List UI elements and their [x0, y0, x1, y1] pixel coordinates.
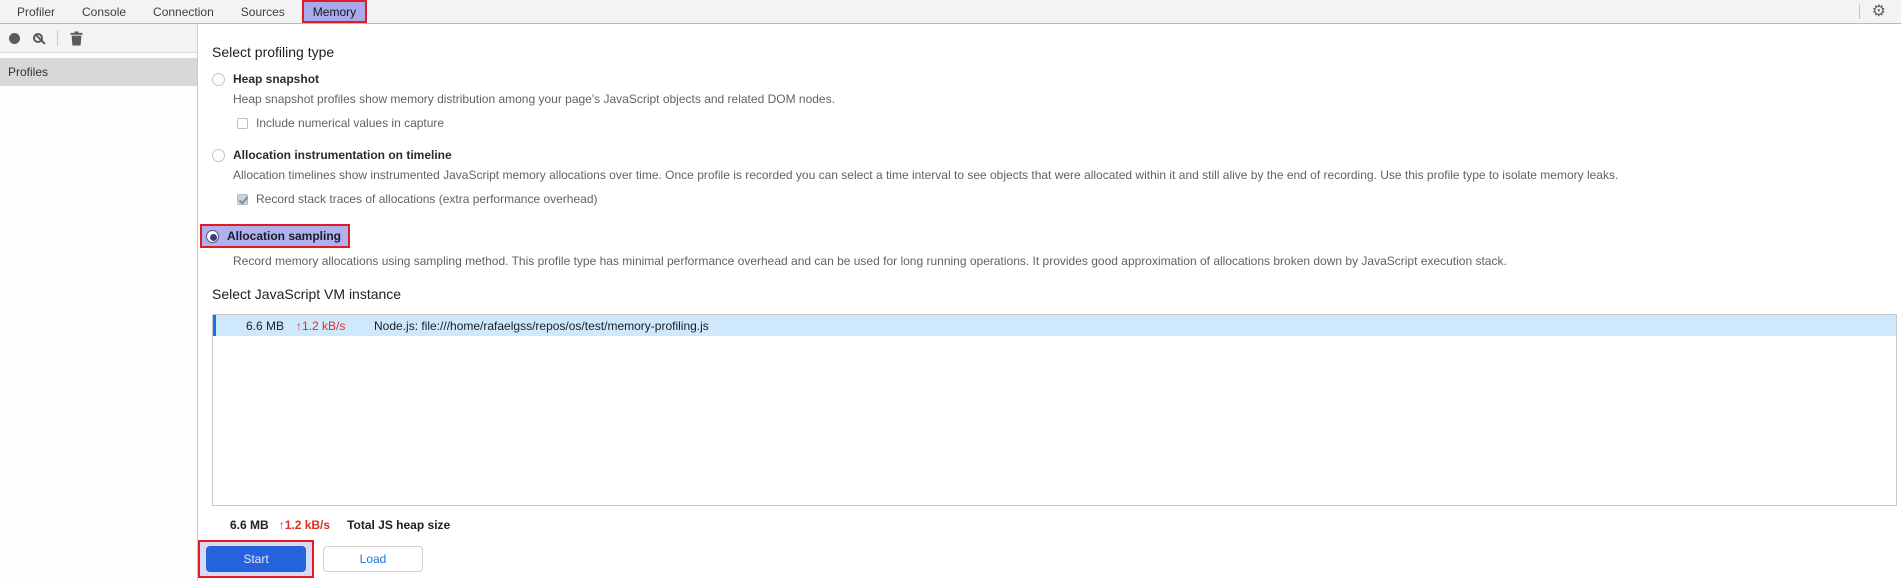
clear-icon[interactable] [33, 33, 43, 43]
launcher-actions: Start Load [198, 540, 1901, 578]
radio-label: Allocation sampling [227, 229, 342, 243]
radio-heap-snapshot[interactable]: Heap snapshot [212, 72, 1901, 86]
tab-connection[interactable]: Connection [143, 0, 224, 23]
radio-allocation-sampling[interactable]: Allocation sampling [206, 229, 341, 243]
profiling-type-heading: Select profiling type [212, 44, 335, 60]
tab-sources[interactable]: Sources [231, 0, 295, 23]
allocation-sampling-annotation-box: Allocation sampling [200, 224, 351, 248]
vm-instance-list: 6.6 MB ↑1.2 kB/s Node.js: file:///home/r… [212, 314, 1897, 506]
profile-launcher: Select profiling type Heap snapshot Heap… [198, 24, 1901, 581]
record-icon[interactable] [9, 32, 20, 44]
radio-label: Heap snapshot [233, 72, 320, 86]
checkbox-label: Include numerical values in capture [256, 116, 445, 130]
tab-memory[interactable]: Memory [301, 0, 368, 23]
radio-checked-icon[interactable] [206, 229, 219, 243]
vm-instance-name: Node.js: file:///home/rafaelgss/repos/os… [374, 318, 709, 333]
allocation-timeline-description: Allocation timelines show instrumented J… [233, 168, 1619, 182]
heap-total-stats: 6.6 MB ↑1.2 kB/s Total JS heap size [230, 518, 1901, 532]
checkbox-icon[interactable] [237, 193, 248, 205]
sidebar-item-profiles[interactable]: Profiles [0, 58, 197, 86]
heap-snapshot-description: Heap snapshot profiles show memory distr… [233, 92, 835, 106]
checkbox-icon[interactable] [237, 117, 248, 129]
tabbar-separator [1858, 4, 1860, 19]
allocation-sampling-description: Record memory allocations using sampling… [233, 254, 1507, 268]
delete-profile-icon[interactable] [70, 31, 83, 46]
load-button[interactable]: Load [323, 546, 423, 572]
devtools-tabbar: Profiler Console Connection Sources Memo… [0, 0, 1901, 24]
total-heap-size-value: 6.6 MB [230, 518, 269, 532]
start-annotation-box: Start [198, 540, 314, 578]
vm-instance-row[interactable]: 6.6 MB ↑1.2 kB/s Node.js: file:///home/r… [213, 315, 1896, 336]
radio-label: Allocation instrumentation on timeline [233, 148, 452, 162]
profiles-sidebar: Profiles [0, 24, 198, 581]
profiles-toolbar [0, 24, 197, 53]
start-button[interactable]: Start [206, 546, 306, 572]
total-heap-rate-value: ↑1.2 kB/s [278, 518, 331, 532]
checkbox-label: Record stack traces of allocations (extr… [256, 192, 598, 206]
radio-icon[interactable] [212, 72, 225, 86]
vm-allocation-rate: ↑1.2 kB/s [296, 318, 346, 333]
vm-heap-size: 6.6 MB [245, 318, 284, 333]
gear-icon[interactable]: ⚙ [1872, 3, 1886, 20]
vm-instance-heading: Select JavaScript VM instance [212, 286, 402, 302]
radio-icon[interactable] [212, 148, 225, 162]
radio-allocation-timeline[interactable]: Allocation instrumentation on timeline [212, 148, 1901, 162]
memory-panel: Profiles Select profiling type Heap snap… [0, 24, 1901, 581]
tabbar-right-controls: ⚙ [1858, 0, 1901, 23]
tab-console[interactable]: Console [72, 0, 136, 23]
toolbar-separator [57, 30, 58, 46]
checkbox-include-numerical-values[interactable]: Include numerical values in capture [237, 116, 1901, 130]
tab-profiler[interactable]: Profiler [7, 0, 65, 23]
checkbox-record-stack-traces[interactable]: Record stack traces of allocations (extr… [237, 192, 1901, 206]
total-heap-size-label: Total JS heap size [347, 518, 451, 532]
